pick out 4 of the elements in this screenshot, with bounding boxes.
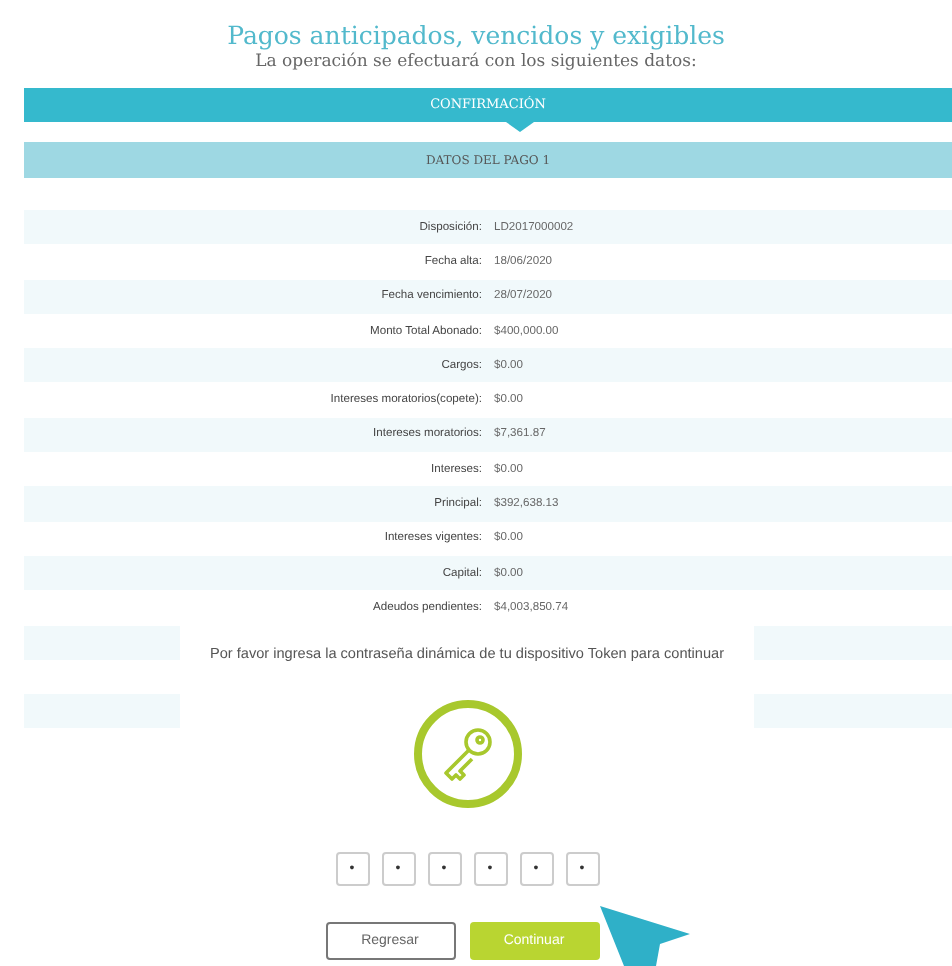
step-pointer-icon — [506, 122, 534, 132]
page-title: Pagos anticipados, vencidos y exigibles — [227, 20, 725, 50]
page-subtitle: La operación se efectuará con los siguientes datos: — [255, 52, 697, 72]
key-icon — [411, 698, 523, 810]
